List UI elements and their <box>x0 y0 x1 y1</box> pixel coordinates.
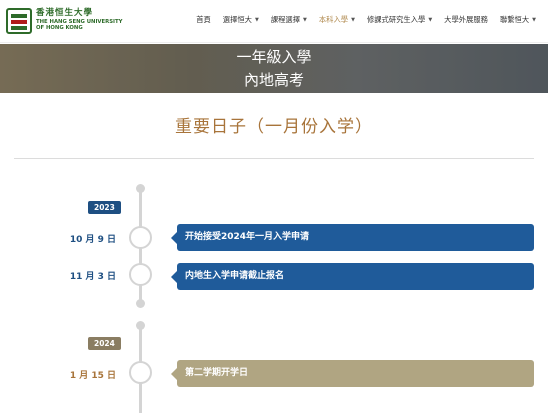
logo-english-name-line2: OF HONG KONG <box>36 24 83 31</box>
nav-item-label: 本科入學 <box>318 15 349 24</box>
event-text: 开始接受2024年一月入学申请 <box>185 232 310 242</box>
university-crest-icon[interactable] <box>6 8 32 34</box>
caret-down-icon: ▼ <box>351 17 355 23</box>
nav-item-outreach[interactable]: 大學外展服務 <box>438 15 494 25</box>
banner-subtitle: 內地高考 <box>243 71 304 89</box>
event-date: 10 月 9 日 <box>69 235 116 245</box>
event-text: 第二学期开学日 <box>185 368 249 378</box>
nav-item-label: 大學外展服務 <box>444 15 488 24</box>
university-logo[interactable]: 香港恒生大學 THE HANG SENG UNIVERSITY OF HONG … <box>36 9 122 31</box>
timeline-end-dot <box>136 299 145 308</box>
logo-english-name-line1: THE HANG SENG UNIVERSITY <box>36 18 123 25</box>
event-date: 1 月 15 日 <box>69 371 116 381</box>
event-date: 11 月 3 日 <box>69 272 116 282</box>
timeline-node <box>129 226 152 249</box>
nav-item-undergraduate-admission[interactable]: 本科入學 ▼ <box>313 15 361 25</box>
year-badge: 2023 <box>88 201 121 214</box>
event-pointer <box>171 271 177 283</box>
event-card: 第二学期开学日 <box>171 360 534 387</box>
logo-chinese-name: 香港恒生大學 <box>36 8 94 18</box>
nav-item-label: 首頁 <box>196 15 211 24</box>
event-text: 内地生入学申请截止报名 <box>185 271 285 281</box>
caret-down-icon: ▼ <box>532 17 536 23</box>
divider <box>14 158 534 159</box>
timeline-node <box>129 263 152 286</box>
page-banner: 一年級入學 內地高考 <box>0 44 548 93</box>
caret-down-icon: ▼ <box>303 17 307 23</box>
section-heading: 重要日子（一月份入学） <box>175 117 373 137</box>
nav-item-home[interactable]: 首頁 <box>190 15 217 25</box>
timeline-node <box>129 361 152 384</box>
caret-down-icon: ▼ <box>254 17 259 23</box>
nav-item-label: 修課式研究生入學 <box>366 15 426 24</box>
nav-item-label: 課程選擇 <box>270 15 301 24</box>
nav-item-choose-hsu[interactable]: 選擇恒大 ▼ <box>217 15 265 25</box>
site-header: 香港恒生大學 THE HANG SENG UNIVERSITY OF HONG … <box>0 0 548 43</box>
caret-down-icon: ▼ <box>428 17 433 23</box>
nav-item-postgraduate-admission[interactable]: 修課式研究生入學 ▼ <box>361 15 438 25</box>
nav-item-programmes[interactable]: 課程選擇 ▼ <box>265 15 313 25</box>
event-card: 内地生入学申请截止报名 <box>171 263 534 290</box>
main-nav: 首頁 選擇恒大 ▼ 課程選擇 ▼ 本科入學 ▼ 修課式研究生入學 ▼ 大學外展服務 聯繫… <box>190 15 542 25</box>
year-badge: 2024 <box>88 337 121 350</box>
nav-item-label: 選擇恒大 <box>222 15 252 24</box>
event-pointer <box>171 232 177 244</box>
nav-item-contact[interactable]: 聯繫恒大 ▼ <box>494 15 542 25</box>
nav-item-label: 聯繫恒大 <box>499 15 530 24</box>
event-card: 开始接受2024年一月入学申请 <box>171 224 534 251</box>
banner-title: 一年級入學 <box>236 48 312 66</box>
event-pointer <box>171 368 177 380</box>
